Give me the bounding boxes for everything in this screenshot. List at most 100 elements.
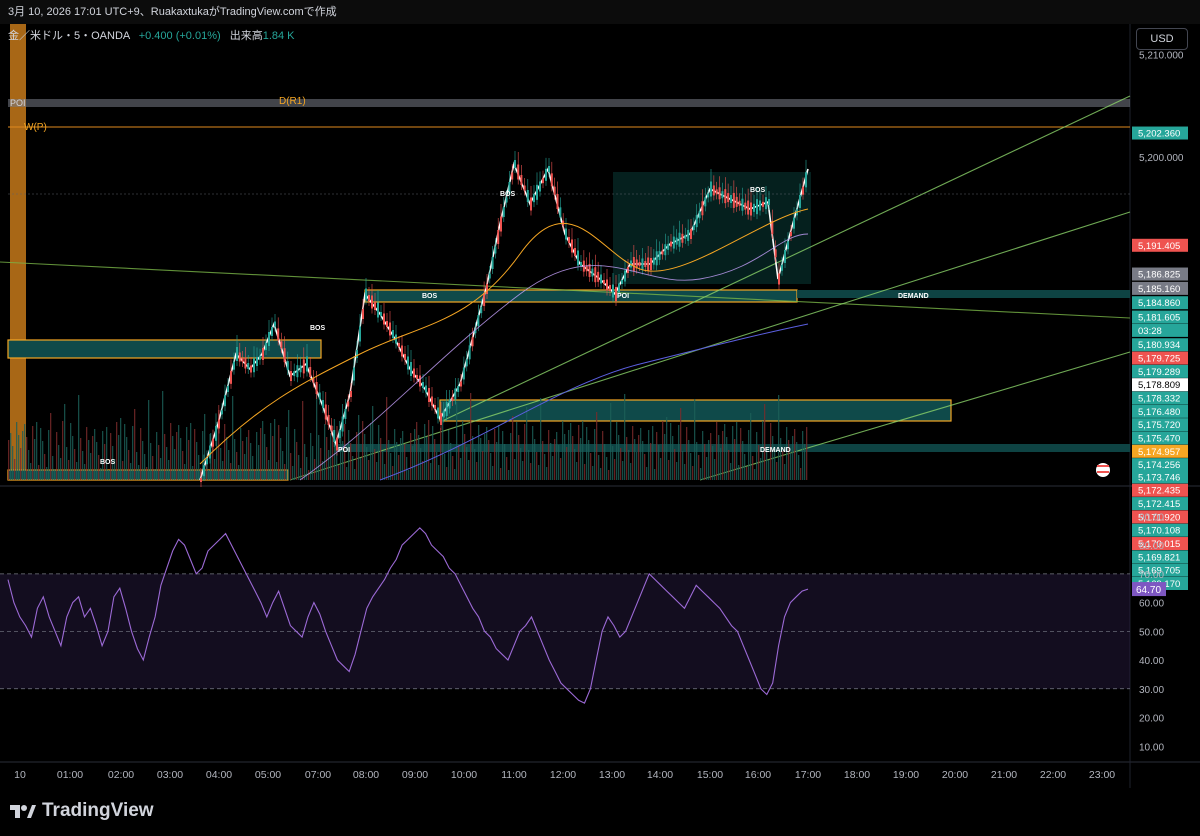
candle-body <box>580 262 582 266</box>
candle-body <box>350 391 352 397</box>
currency-button[interactable]: USD <box>1136 28 1188 50</box>
candle-body <box>410 362 412 376</box>
time-tick: 04:00 <box>206 769 232 781</box>
volume-bar <box>608 470 610 480</box>
rsi-tick: 20.00 <box>1139 714 1164 725</box>
candle-body <box>468 345 471 360</box>
candle-body <box>338 430 341 438</box>
candle-body <box>327 415 330 425</box>
volume-bar <box>110 433 112 480</box>
candle-body <box>747 200 750 215</box>
price-label-text: 5,202.360 <box>1138 129 1180 140</box>
rsi-tick: 70.00 <box>1139 570 1164 581</box>
volume-bar <box>724 424 726 480</box>
volume-bar <box>240 428 242 480</box>
volume-bar <box>684 464 686 480</box>
volume-bar <box>422 461 424 480</box>
time-tick: 13:00 <box>599 769 625 781</box>
volume-bar <box>266 447 268 480</box>
volume-bar <box>214 459 216 480</box>
volume-bar <box>610 403 612 480</box>
candle-body <box>215 425 217 441</box>
price-label-text: 5,181.605 <box>1138 313 1180 324</box>
volume-bar <box>198 455 200 480</box>
candle-body <box>362 309 364 319</box>
volume-bar <box>720 448 722 480</box>
volume-bar <box>748 430 750 480</box>
candle-body <box>488 273 491 279</box>
candle-body <box>523 185 526 191</box>
candle-body <box>212 438 214 447</box>
rsi-tick: 60.00 <box>1139 599 1164 610</box>
volume-bar <box>792 436 794 480</box>
volume-bar <box>290 453 292 480</box>
candle-body <box>265 343 267 350</box>
volume-bar <box>476 462 478 480</box>
volume-bar <box>366 447 368 480</box>
volume-bar <box>246 437 248 480</box>
chart-canvas[interactable]: POI D(R1) W(P) BOS BOS BOS BOS BOS POI POI DEMAND D… <box>0 24 1200 788</box>
volume-bar <box>606 457 608 480</box>
candle-body <box>271 327 273 336</box>
volume-bar <box>128 450 130 480</box>
volume-bar <box>384 464 386 480</box>
volume-bar <box>634 439 636 480</box>
weekly-pivot-label: W(P) <box>24 122 47 133</box>
volume-bar <box>26 437 28 480</box>
volume-bar <box>360 458 362 480</box>
volume-bar <box>558 445 560 480</box>
volume-bar <box>692 466 694 480</box>
candle-body <box>721 191 724 199</box>
candle-body <box>511 172 514 180</box>
structure-label: BOS <box>500 191 516 198</box>
volume-bar <box>274 419 276 480</box>
volume-bar <box>424 424 426 480</box>
volume-bar <box>690 453 692 480</box>
volume-bar <box>686 427 688 480</box>
volume-bar <box>96 442 98 480</box>
candle-body <box>445 402 448 416</box>
candle-body <box>756 199 758 215</box>
symbol-name[interactable]: 金／米ドル・5・OANDA <box>8 30 130 42</box>
volume-bar <box>694 399 696 480</box>
volume-bar <box>356 432 358 480</box>
candle-body <box>609 285 611 291</box>
candle-body <box>536 184 538 200</box>
candle-body <box>526 190 529 202</box>
candle-body <box>203 465 205 477</box>
candle-body <box>778 273 780 285</box>
volume-bar <box>504 444 506 480</box>
volume-bar <box>248 430 250 480</box>
volume-bar <box>376 462 378 480</box>
volume-bar <box>658 445 660 480</box>
candle-body <box>550 173 553 187</box>
volume-bar <box>228 450 230 480</box>
price-label-text: 5,172.415 <box>1138 499 1180 510</box>
volume-bar <box>176 432 178 480</box>
candle-body <box>687 229 690 241</box>
candle-body <box>256 357 258 366</box>
price-tick: 5,210.000 <box>1139 51 1184 62</box>
volume-bar <box>528 450 530 480</box>
candle-body <box>692 225 695 231</box>
candle-body <box>684 234 687 239</box>
tradingview-logo[interactable]: TradingView <box>10 800 154 822</box>
volume-bar <box>564 434 566 480</box>
candle-body <box>517 164 520 180</box>
time-tick: 09:00 <box>402 769 428 781</box>
volume-bar <box>318 435 320 480</box>
volume-bar <box>486 427 488 480</box>
rsi-tick: 90.00 <box>1139 512 1164 523</box>
candle-body <box>477 315 480 327</box>
volume-bar <box>484 434 486 480</box>
poi-label: POI <box>10 98 26 108</box>
candle-body <box>448 399 451 409</box>
volume-bar <box>740 428 742 480</box>
price-label-text: 5,178.809 <box>1138 380 1180 391</box>
structure-label: DEMAND <box>898 293 929 300</box>
price-label-text: 5,186.825 <box>1138 270 1180 281</box>
volume-bar <box>530 463 532 480</box>
candle-body <box>333 430 336 442</box>
candle-body <box>652 257 655 265</box>
volume-bar <box>618 435 620 480</box>
